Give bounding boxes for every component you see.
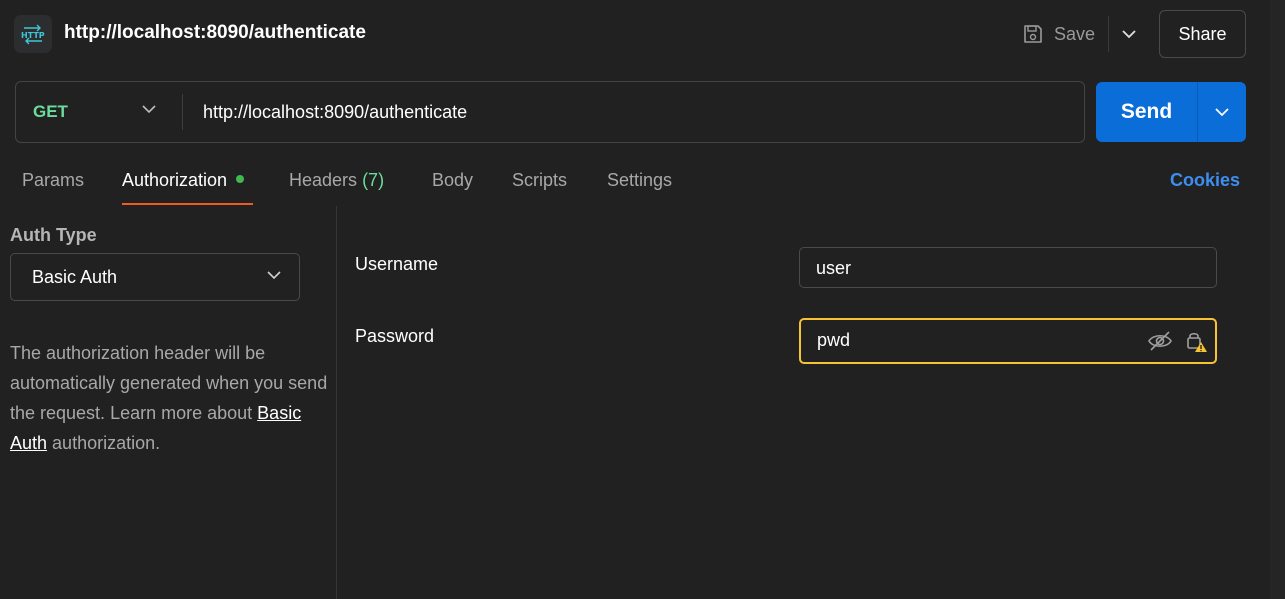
tab-authorization[interactable]: Authorization	[122, 170, 245, 191]
http-icon: HTTP	[14, 15, 52, 53]
tab-settings[interactable]: Settings	[607, 170, 672, 191]
tab-label: Authorization	[122, 170, 228, 190]
password-input[interactable]	[817, 329, 1117, 351]
auth-type-select[interactable]: Basic Auth	[10, 253, 300, 301]
panel-divider	[336, 206, 337, 599]
save-divider	[1108, 16, 1109, 52]
share-button[interactable]: Share	[1159, 10, 1246, 58]
method-divider	[182, 94, 183, 130]
send-options-button[interactable]	[1198, 82, 1246, 142]
save-label: Save	[1054, 23, 1096, 44]
request-header: HTTP http://localhost:8090/authenticate …	[0, 0, 1285, 70]
tab-count-badge: (7)	[362, 170, 385, 190]
chevron-down-icon	[142, 105, 156, 114]
auth-type-value: Basic Auth	[32, 267, 118, 287]
tab-label: Body	[432, 170, 474, 190]
username-input[interactable]	[816, 257, 1116, 279]
cookies-link[interactable]: Cookies	[1170, 170, 1240, 191]
active-tab-indicator	[122, 203, 253, 205]
lock-warning-icon	[1187, 332, 1207, 352]
status-dot	[236, 175, 245, 183]
save-options-button[interactable]	[1114, 20, 1144, 48]
method-select[interactable]: GET	[16, 82, 182, 142]
auth-type-label: Auth Type	[10, 225, 97, 245]
tab-headers[interactable]: Headers (7)	[289, 170, 384, 191]
request-tabs: Params Authorization Headers (7) Body Sc…	[0, 160, 1285, 206]
tab-scripts[interactable]: Scripts	[512, 170, 567, 191]
tab-params[interactable]: Params	[22, 170, 84, 191]
method-label: GET	[33, 102, 68, 121]
tab-label: Params	[22, 170, 85, 190]
request-title[interactable]: http://localhost:8090/authenticate	[64, 22, 366, 44]
chevron-down-icon	[267, 271, 281, 280]
tab-body[interactable]: Body	[432, 170, 473, 191]
scrollbar[interactable]	[1270, 0, 1285, 599]
svg-text:HTTP: HTTP	[21, 31, 45, 40]
chevron-down-icon	[1215, 108, 1229, 117]
password-field[interactable]	[799, 318, 1217, 364]
tab-label: Headers	[289, 170, 358, 190]
url-bar: GET	[15, 81, 1085, 143]
tab-label: Scripts	[512, 170, 568, 190]
username-field[interactable]	[799, 247, 1217, 288]
url-input[interactable]	[201, 98, 1061, 126]
auth-description-suffix: authorization.	[52, 433, 161, 453]
chevron-down-icon	[1122, 30, 1136, 39]
password-label: Password	[355, 326, 435, 346]
save-button[interactable]: Save	[1022, 18, 1095, 50]
tab-label: Settings	[607, 170, 673, 190]
send-button[interactable]: Send	[1096, 82, 1197, 142]
auth-description: The authorization header will be automat…	[10, 338, 330, 458]
send-button-group: Send	[1096, 82, 1246, 142]
username-label: Username	[355, 254, 439, 274]
save-icon	[1024, 25, 1042, 43]
eye-off-icon[interactable]	[1147, 330, 1173, 352]
